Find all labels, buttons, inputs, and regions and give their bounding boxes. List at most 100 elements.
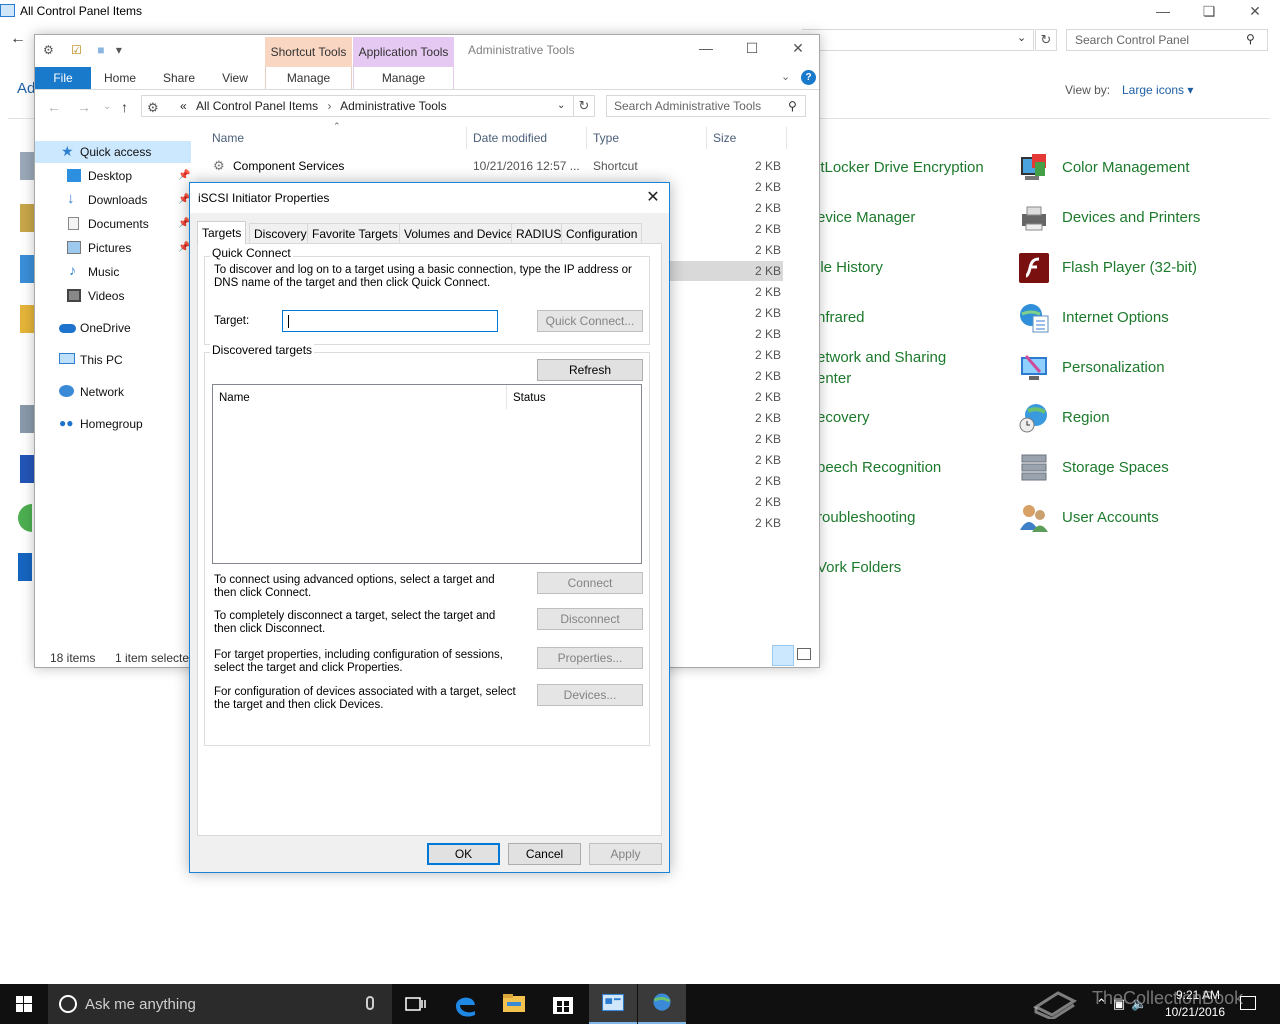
back-arrow-icon[interactable]: ← bbox=[47, 99, 61, 115]
search-icon[interactable]: ⚲ bbox=[788, 99, 797, 113]
nav-item-homegroup[interactable]: ●● Homegroup bbox=[35, 413, 191, 435]
cortana-search-box[interactable]: Ask me anything bbox=[48, 984, 392, 1024]
quick-connect-button[interactable]: Quick Connect... bbox=[537, 310, 643, 332]
nav-item-this-pc[interactable]: This PC bbox=[35, 349, 191, 371]
tab-share[interactable]: Share bbox=[157, 67, 201, 89]
breadcrumb-separator-icon[interactable]: › bbox=[327, 99, 331, 113]
minimize-button[interactable]: — bbox=[683, 37, 729, 61]
devices-button[interactable]: Devices... bbox=[537, 684, 643, 706]
security-icon[interactable] bbox=[18, 553, 32, 581]
back-arrow-icon[interactable]: ← bbox=[10, 30, 26, 48]
up-arrow-icon[interactable]: ↑ bbox=[121, 99, 128, 115]
search-input[interactable]: Search Administrative Tools bbox=[606, 95, 806, 117]
recent-locations-icon[interactable]: ⌄ bbox=[103, 101, 111, 112]
column-date-modified[interactable]: Date modified bbox=[473, 131, 547, 145]
iscsi-initiator-taskbar-icon[interactable] bbox=[638, 984, 686, 1024]
maximize-button[interactable]: ☐ bbox=[729, 37, 775, 61]
cp-item-flash-player[interactable]: Flash Player (32-bit) bbox=[1062, 259, 1197, 276]
address-overflow[interactable]: « bbox=[180, 99, 187, 113]
chevron-down-icon[interactable]: ⌄ bbox=[781, 70, 790, 83]
nav-item-network[interactable]: Network bbox=[35, 381, 191, 403]
store-icon[interactable] bbox=[539, 984, 587, 1024]
checklist-icon[interactable]: ☑ bbox=[71, 43, 82, 57]
monitor-brush-icon[interactable] bbox=[1018, 352, 1050, 384]
color-management-icon[interactable] bbox=[1018, 152, 1050, 184]
cp-item-region[interactable]: Region bbox=[1062, 409, 1110, 426]
admin-tools-icon[interactable] bbox=[20, 152, 34, 180]
nav-item-quick-access[interactable]: ★ Quick access bbox=[35, 141, 191, 163]
search-input[interactable]: Search Control Panel bbox=[1066, 29, 1268, 51]
breadcrumb-admin-tools[interactable]: Administrative Tools bbox=[340, 99, 447, 113]
storage-drives-icon[interactable] bbox=[1018, 452, 1050, 484]
tab-configuration[interactable]: Configuration bbox=[561, 223, 643, 243]
view-by-dropdown[interactable]: Large icons ▾ bbox=[1122, 83, 1193, 97]
globe-checklist-icon[interactable] bbox=[1018, 302, 1050, 334]
cp-item-file-history[interactable]: ile History bbox=[817, 259, 883, 276]
cp-item-device-manager[interactable]: evice Manager bbox=[817, 209, 915, 226]
targets-list[interactable]: Name Status bbox=[212, 384, 642, 564]
printer-icon[interactable] bbox=[1018, 202, 1050, 234]
cp-item-user-accounts[interactable]: User Accounts bbox=[1062, 509, 1159, 526]
new-folder-icon[interactable]: ■ bbox=[97, 43, 104, 57]
nav-item-videos[interactable]: Videos bbox=[35, 285, 191, 307]
tab-radius[interactable]: RADIUS bbox=[511, 223, 567, 243]
tab-favorite-targets[interactable]: Favorite Targets bbox=[307, 223, 403, 243]
programs-icon[interactable] bbox=[20, 455, 34, 483]
customize-qat-icon[interactable]: ▾ bbox=[116, 43, 122, 57]
breadcrumb-all-items[interactable]: All Control Panel Items bbox=[196, 99, 318, 113]
cp-item-speech[interactable]: peech Recognition bbox=[817, 459, 941, 476]
forward-arrow-icon[interactable]: → bbox=[77, 99, 91, 115]
tab-home[interactable]: Home bbox=[97, 67, 143, 89]
cp-item-network-sharing-line2[interactable]: enter bbox=[817, 370, 851, 387]
minimize-button[interactable]: — bbox=[1140, 0, 1186, 24]
task-view-icon[interactable] bbox=[392, 984, 440, 1024]
quick-access-toolbar[interactable]: ⚙ ☑ ■ ▾ bbox=[43, 43, 122, 57]
column-name[interactable]: Name bbox=[212, 131, 244, 145]
nav-item-downloads[interactable]: ↓ Downloads 📌 bbox=[35, 189, 191, 211]
sync-icon[interactable] bbox=[18, 504, 32, 532]
tab-manage-application[interactable]: Manage bbox=[353, 67, 454, 89]
cp-item-bitlocker[interactable]: itLocker Drive Encryption bbox=[817, 159, 984, 176]
apply-button[interactable]: Apply bbox=[589, 843, 662, 865]
address-bar[interactable] bbox=[802, 29, 1034, 51]
tab-volumes-devices[interactable]: Volumes and Devices bbox=[399, 223, 525, 243]
disconnect-button[interactable]: Disconnect bbox=[537, 608, 643, 630]
globe-clock-icon[interactable] bbox=[1018, 402, 1050, 434]
properties-button[interactable]: Properties... bbox=[537, 647, 643, 669]
properties-icon[interactable]: ⚙ bbox=[43, 43, 54, 57]
column-status[interactable]: Status bbox=[507, 385, 641, 409]
nav-item-documents[interactable]: Documents 📌 bbox=[35, 213, 191, 235]
cp-item-work-folders[interactable]: Vork Folders bbox=[817, 559, 901, 576]
refresh-button[interactable]: ↻ bbox=[573, 95, 595, 117]
tab-targets[interactable]: Targets bbox=[197, 221, 247, 244]
address-bar[interactable]: « All Control Panel Items › Administrati… bbox=[141, 95, 574, 117]
column-size[interactable]: Size bbox=[713, 131, 736, 145]
cancel-button[interactable]: Cancel bbox=[508, 843, 581, 865]
column-type[interactable]: Type bbox=[593, 131, 619, 145]
nav-item-music[interactable]: ♪ Music bbox=[35, 261, 191, 283]
windows-start-icon[interactable] bbox=[0, 984, 48, 1024]
cp-item-personalization[interactable]: Personalization bbox=[1062, 359, 1165, 376]
table-row[interactable]: ⚙ Component Services 10/21/2016 12:57 ..… bbox=[205, 156, 785, 176]
ok-button[interactable]: OK bbox=[427, 843, 500, 865]
column-name[interactable]: Name bbox=[213, 385, 507, 409]
nav-item-onedrive[interactable]: OneDrive bbox=[35, 317, 191, 339]
refresh-button[interactable]: Refresh bbox=[537, 359, 643, 381]
cp-item-internet-options[interactable]: Internet Options bbox=[1062, 309, 1169, 326]
users-icon[interactable] bbox=[1018, 502, 1050, 534]
close-button[interactable]: ✕ bbox=[639, 186, 667, 210]
cp-item-recovery[interactable]: ecovery bbox=[817, 409, 870, 426]
pin-icon[interactable]: 📌 bbox=[178, 170, 190, 181]
close-button[interactable]: ✕ bbox=[1232, 0, 1278, 24]
tab-manage-shortcut[interactable]: Manage bbox=[265, 67, 352, 89]
search-icon[interactable]: ⚲ bbox=[1246, 32, 1255, 46]
restore-button[interactable]: ❏ bbox=[1186, 0, 1232, 24]
display-icon[interactable] bbox=[20, 255, 34, 283]
target-input[interactable] bbox=[282, 310, 498, 332]
large-icons-view-button[interactable] bbox=[797, 648, 811, 660]
nav-item-pictures[interactable]: Pictures 📌 bbox=[35, 237, 191, 259]
nav-item-desktop[interactable]: Desktop 📌 bbox=[35, 165, 191, 187]
backup-icon[interactable] bbox=[20, 204, 34, 232]
folder-icon[interactable] bbox=[20, 305, 34, 333]
cp-item-storage-spaces[interactable]: Storage Spaces bbox=[1062, 459, 1169, 476]
